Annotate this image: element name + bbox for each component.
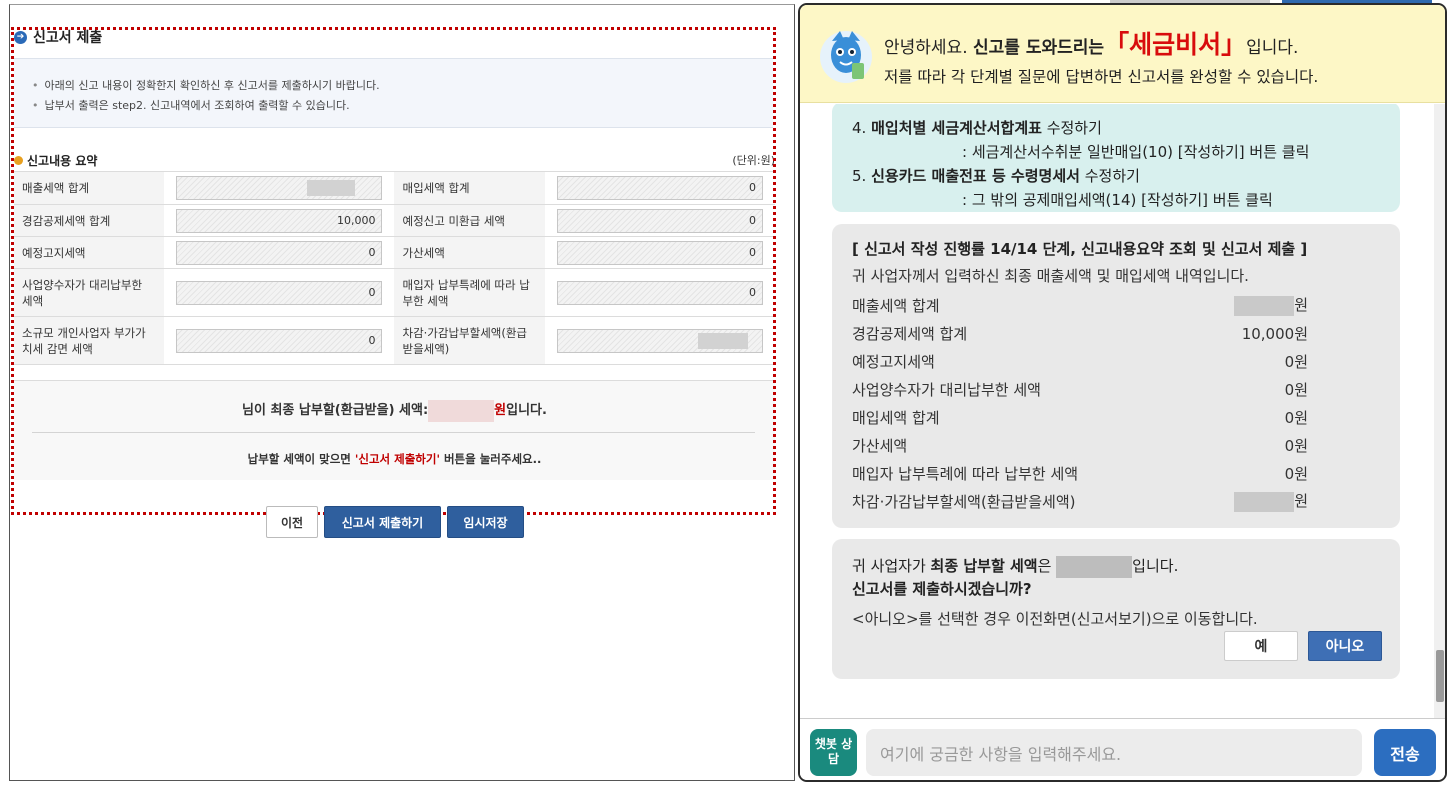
list-item: 매출세액 합계 원 — [852, 295, 1308, 316]
chat-scrollbar[interactable] — [1434, 104, 1445, 718]
form-button-row: 이전 신고서 제출하기 임시저장 — [266, 506, 524, 538]
list-item: 차감·가감납부할세액(환급받을세액) 원 — [852, 491, 1308, 512]
answer-buttons: 예 아니오 — [1224, 631, 1382, 661]
chat-bubble-steps: 4. 매입처별 세금계산서합계표 수정하기 : 세금계산서수취분 일반매입(10… — [832, 104, 1400, 212]
mascot-icon — [820, 31, 872, 83]
list-item: 가산세액 0원 — [852, 436, 1308, 455]
chat-messages: 4. 매입처별 세금계산서합계표 수정하기 : 세금계산서수취분 일반매입(10… — [800, 104, 1434, 718]
no-button[interactable]: 아니오 — [1308, 631, 1382, 661]
list-item: 예정고지세액 0원 — [852, 352, 1308, 371]
send-button[interactable]: 전송 — [1374, 729, 1436, 776]
chat-footer: 챗봇 상담 여기에 궁금한 사항을 입력해주세요. 전송 — [800, 718, 1445, 780]
temp-save-button[interactable]: 임시저장 — [447, 506, 524, 538]
redacted-value — [1234, 295, 1295, 316]
chat-bubble-question: 귀 사업자가 최종 납부할 세액은 입니다. 신고서를 제출하시겠습니까? <아… — [832, 539, 1400, 679]
redacted-value — [1234, 491, 1295, 512]
prev-button[interactable]: 이전 — [266, 506, 318, 538]
brand-name: 「세금비서」 — [1104, 30, 1247, 59]
chatbot-consult-icon[interactable]: 챗봇 상담 — [810, 729, 857, 776]
list-item: 매입세액 합계 0원 — [852, 408, 1308, 427]
list-item: 경감공제세액 합계 10,000원 — [852, 324, 1308, 343]
submit-return-button[interactable]: 신고서 제출하기 — [324, 506, 441, 538]
list-item: 매입자 납부특례에 따라 납부한 세액 0원 — [852, 464, 1308, 483]
yes-button[interactable]: 예 — [1224, 631, 1298, 661]
redacted-value — [1056, 555, 1133, 578]
chat-header: 안녕하세요. 신고를 도와드리는「세금비서」입니다. 저를 따라 각 단계별 질… — [800, 5, 1445, 103]
summary-title: [ 신고서 작성 진행률 14/14 단계, 신고내용요약 조회 및 신고서 제… — [852, 240, 1308, 258]
scroll-thumb[interactable] — [1436, 650, 1444, 702]
greeting-line: 안녕하세요. 신고를 도와드리는「세금비서」입니다. — [884, 30, 1299, 59]
chat-input[interactable]: 여기에 궁금한 사항을 입력해주세요. — [866, 729, 1362, 776]
chat-bubble-summary: [ 신고서 작성 진행률 14/14 단계, 신고내용요약 조회 및 신고서 제… — [832, 224, 1400, 528]
greeting-subline: 저를 따라 각 단계별 질문에 답변하면 신고서를 완성할 수 있습니다. — [884, 68, 1319, 86]
highlight-frame — [11, 27, 776, 515]
list-item: 사업양수자가 대리납부한 세액 0원 — [852, 380, 1308, 399]
chatbot-panel: 안녕하세요. 신고를 도와드리는「세금비서」입니다. 저를 따라 각 단계별 질… — [798, 3, 1447, 782]
